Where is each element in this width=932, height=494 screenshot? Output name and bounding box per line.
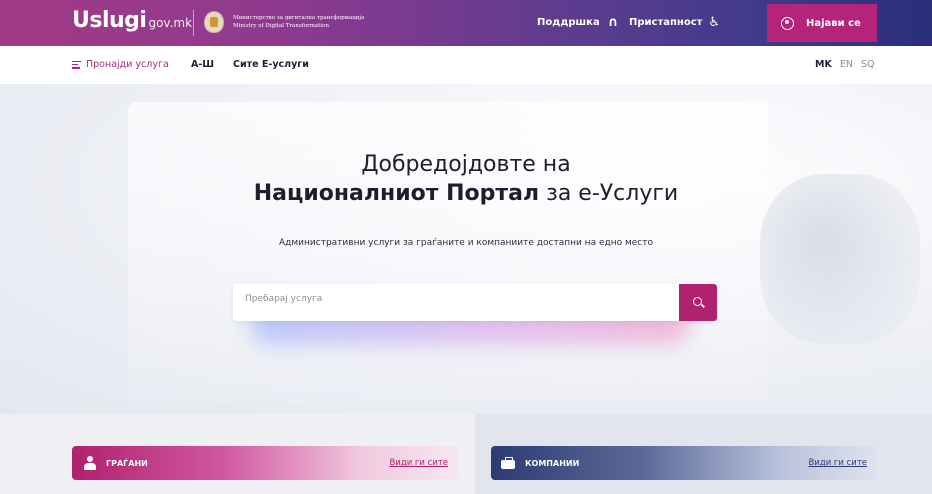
headset-icon: ∩ — [607, 15, 619, 30]
top-header: Uslugi gov.mk Министерство за дигитална … — [0, 0, 932, 46]
user-circle-icon — [781, 16, 794, 30]
logo-main-text: Uslugi — [72, 8, 147, 33]
briefcase-icon — [501, 457, 515, 469]
secondary-nav: Пронајди услуга А-Ш Сите Е-услуги MK EN … — [0, 46, 932, 84]
wheelchair-icon: ♿ — [708, 15, 721, 30]
support-link[interactable]: Поддршка ∩ — [537, 15, 618, 30]
header-divider — [193, 10, 194, 36]
companies-see-all-link[interactable]: Види ги сите — [808, 458, 867, 468]
az-index-link[interactable]: А-Ш — [191, 59, 214, 70]
accessibility-link[interactable]: Пристапност ♿ — [629, 15, 720, 30]
citizens-card[interactable]: ГРАЃАНИ Види ги сите — [72, 446, 458, 480]
lang-mk[interactable]: MK — [815, 59, 832, 70]
companies-card[interactable]: КОМПАНИИ Види ги сите — [491, 446, 877, 480]
search-button[interactable] — [679, 284, 717, 321]
logo-sub-text: gov.mk — [148, 16, 193, 30]
hero-subtitle: Административни услуги за граѓаните и ко… — [279, 238, 653, 248]
login-button[interactable]: Најави се — [767, 4, 877, 42]
hero-title-line2: Националниот Портал за е-Услуги — [253, 181, 679, 206]
all-eservices-link[interactable]: Сите Е-услуги — [233, 59, 309, 70]
citizens-label: ГРАЃАНИ — [106, 458, 148, 468]
hero-section: Добредојдовте на Националниот Портал за … — [0, 84, 932, 414]
search-icon — [693, 297, 702, 306]
coat-of-arms-icon — [204, 11, 224, 33]
ministry-name: Министерство за дигитална трансформација… — [233, 15, 365, 29]
language-switcher: MK EN SQ — [815, 59, 874, 70]
lang-sq[interactable]: SQ — [861, 59, 875, 70]
companies-label: КОМПАНИИ — [525, 458, 580, 468]
hero-title-line1: Добредојдовте на — [361, 152, 571, 177]
search-input[interactable] — [245, 294, 665, 304]
menu-icon — [72, 60, 81, 69]
site-logo[interactable]: Uslugi gov.mk — [72, 8, 192, 33]
person-icon — [84, 456, 96, 470]
hero-background-panel — [128, 102, 768, 402]
find-service-menu[interactable]: Пронајди услуга — [72, 59, 169, 70]
lang-en[interactable]: EN — [840, 59, 853, 70]
search-box — [233, 284, 717, 321]
citizens-see-all-link[interactable]: Види ги сите — [389, 458, 448, 468]
